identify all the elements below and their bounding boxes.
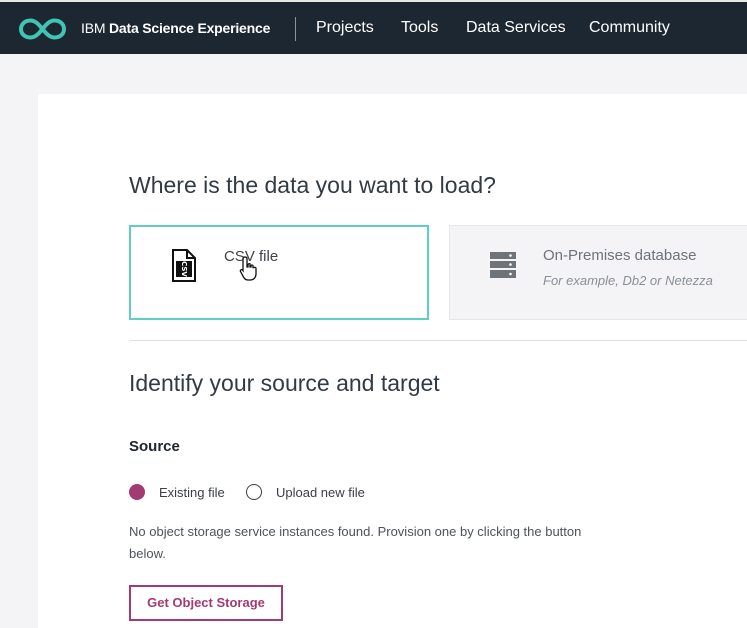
- hand-pointer-cursor-icon: [239, 256, 257, 281]
- brand-prefix: IBM: [81, 20, 106, 36]
- nav-community[interactable]: Community: [589, 19, 670, 37]
- upload-new-file-label[interactable]: Upload new file: [276, 485, 365, 500]
- brand-name: Data Science Experience: [109, 20, 271, 36]
- nav-tools[interactable]: Tools: [401, 19, 438, 37]
- nav-data-services[interactable]: Data Services: [466, 19, 566, 37]
- top-navigation-bar: IBM Data Science Experience Projects Too…: [0, 0, 747, 54]
- brand-title[interactable]: IBM Data Science Experience: [81, 20, 270, 36]
- object-storage-notice: No object storage service instances foun…: [129, 524, 582, 561]
- existing-file-radio[interactable]: [129, 484, 145, 500]
- database-server-icon: [490, 252, 516, 278]
- on-premises-database-description: For example, Db2 or Netezza: [543, 273, 713, 288]
- on-premises-database-option[interactable]: On-Premises database For example, Db2 or…: [449, 225, 747, 320]
- source-label: Source: [129, 438, 180, 455]
- load-heading: Where is the data you want to load?: [129, 172, 496, 198]
- svg-text:CSV: CSV: [180, 261, 188, 277]
- nav-projects[interactable]: Projects: [316, 19, 374, 37]
- csv-file-option[interactable]: CSV CSV file: [129, 225, 429, 320]
- upload-new-file-radio[interactable]: [246, 484, 262, 500]
- section-divider: [129, 340, 747, 341]
- csv-file-icon: CSV: [172, 249, 196, 282]
- existing-file-label[interactable]: Existing file: [159, 485, 225, 500]
- on-premises-database-label: On-Premises database: [543, 247, 697, 264]
- nav-divider: [295, 17, 296, 41]
- source-target-heading: Identify your source and target: [129, 370, 440, 396]
- get-object-storage-button[interactable]: Get Object Storage: [129, 585, 283, 621]
- infinity-logo-icon[interactable]: [18, 16, 67, 42]
